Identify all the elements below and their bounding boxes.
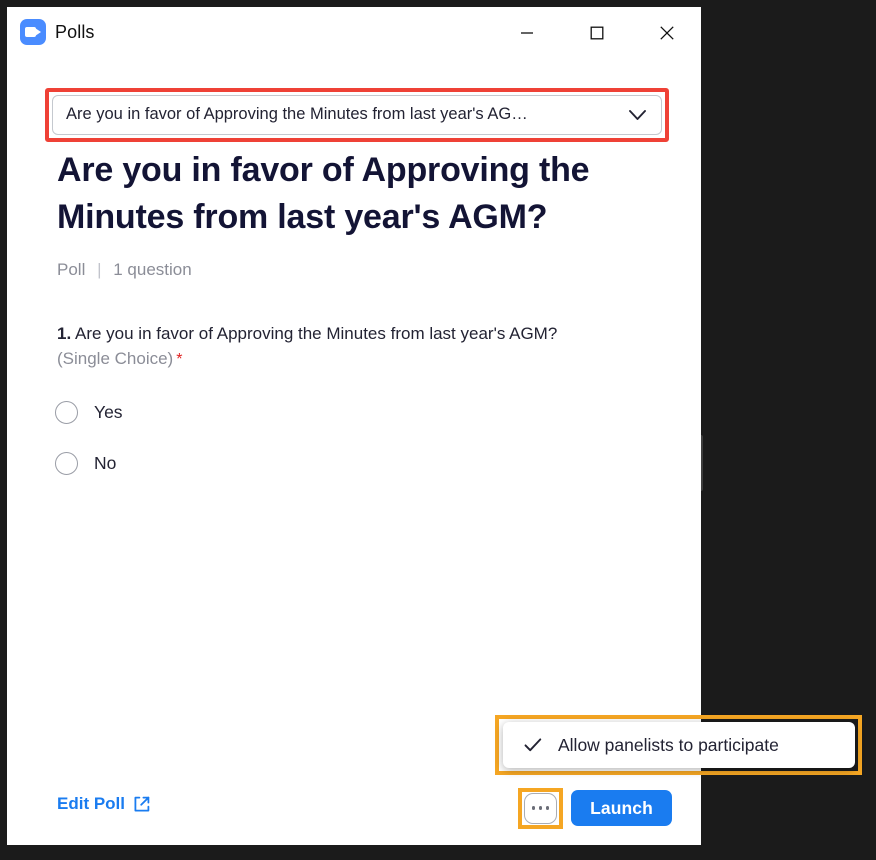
more-options-button[interactable] <box>524 793 557 824</box>
panelist-menu-item-label: Allow panelists to participate <box>558 734 779 755</box>
maximize-button[interactable] <box>575 15 619 51</box>
poll-meta: Poll | 1 question <box>57 257 192 283</box>
required-marker: * <box>176 351 183 368</box>
poll-option-label: No <box>94 453 117 473</box>
question-type-label: (Single Choice) <box>57 349 174 368</box>
radio-button-yes[interactable] <box>55 401 78 424</box>
poll-option-yes[interactable]: Yes <box>55 401 123 424</box>
launch-button[interactable]: Launch <box>571 790 672 826</box>
question-block: 1. Are you in favor of Approving the Min… <box>57 321 672 373</box>
question-number: 1. <box>57 324 72 343</box>
poll-option-no[interactable]: No <box>55 452 116 475</box>
close-icon <box>660 26 674 40</box>
ellipsis-dot <box>545 806 550 810</box>
maximize-icon <box>590 26 604 40</box>
poll-meta-divider: | <box>97 260 102 279</box>
check-icon <box>524 738 542 752</box>
poll-selector[interactable]: Are you in favor of Approving the Minute… <box>52 95 662 135</box>
poll-type-label: Poll <box>57 260 86 279</box>
poll-option-label: Yes <box>94 402 123 422</box>
minimize-button[interactable] <box>505 15 549 51</box>
ellipsis-dot <box>531 806 536 810</box>
zoom-logo-camera-lens <box>35 28 41 36</box>
poll-question-count: 1 question <box>113 260 192 279</box>
window-title: Polls <box>55 22 95 42</box>
desktop-background: Polls Are you in favor of Approving the … <box>0 0 876 860</box>
title-bar: Polls <box>7 7 701 59</box>
external-link-icon <box>134 796 150 812</box>
page-title: Are you in favor of Approving the Minute… <box>57 151 590 236</box>
panelist-menu[interactable]: Allow panelists to participate <box>503 722 855 768</box>
close-button[interactable] <box>645 15 689 51</box>
radio-button-no[interactable] <box>55 452 78 475</box>
edit-poll-label: Edit Poll <box>57 794 125 813</box>
ellipsis-dot <box>538 806 543 810</box>
chevron-down-icon <box>629 110 646 120</box>
ellipsis-icon <box>525 806 556 810</box>
question-text-line: 1. Are you in favor of Approving the Min… <box>57 321 672 346</box>
minimize-icon <box>521 32 533 34</box>
question-text: Are you in favor of Approving the Minute… <box>74 324 558 343</box>
poll-selector-value: Are you in favor of Approving the Minute… <box>66 105 528 123</box>
edit-poll-link[interactable]: Edit Poll <box>57 794 151 814</box>
zoom-logo-icon <box>20 19 46 45</box>
question-type-line: (Single Choice) * <box>57 346 672 373</box>
